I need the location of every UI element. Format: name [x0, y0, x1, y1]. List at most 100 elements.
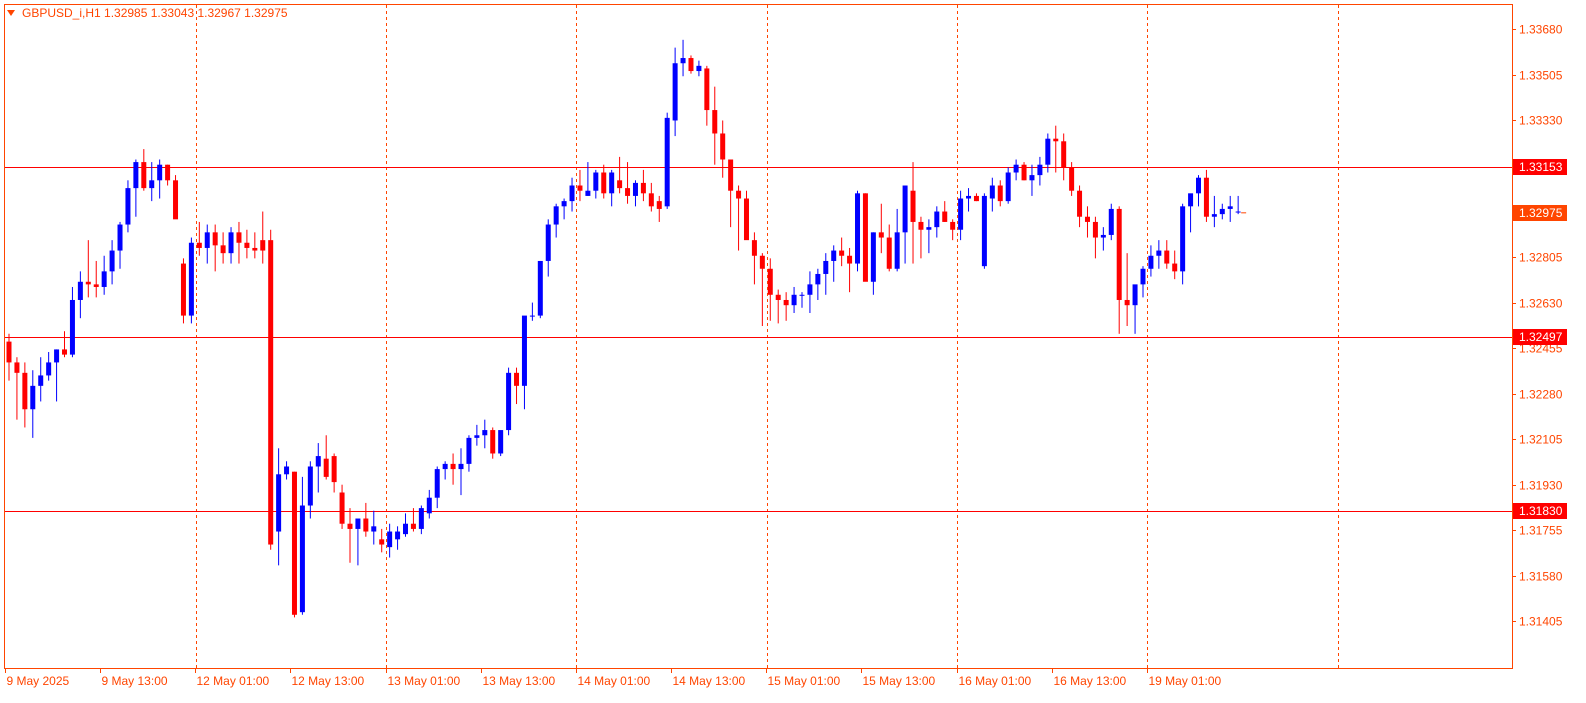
candle-body — [236, 232, 242, 243]
candle-body — [339, 492, 345, 524]
candle-body — [1116, 208, 1122, 300]
candle-body — [910, 190, 916, 222]
chart-title: GBPUSD_i,H1 1.32985 1.33043 1.32967 1.32… — [7, 6, 288, 20]
candle-body — [141, 162, 147, 189]
price-tick-label: 1.32105 — [1519, 433, 1563, 447]
candle-body — [640, 182, 646, 194]
candle-body — [886, 237, 892, 269]
candle-body — [807, 284, 813, 295]
candle — [173, 175, 179, 220]
candle-body — [85, 281, 91, 285]
price-tag-label: 1.31830 — [1519, 504, 1563, 518]
price-tick-label: 1.33330 — [1519, 114, 1563, 128]
candle-body — [299, 505, 305, 613]
candle-body — [355, 518, 361, 529]
candle-body — [672, 63, 678, 121]
candle-body — [783, 299, 789, 306]
candle-body — [870, 232, 876, 282]
candle-body — [54, 349, 60, 363]
candle-body — [553, 206, 559, 225]
candle-body — [688, 58, 694, 72]
price-tick-label: 1.31755 — [1519, 524, 1563, 538]
candle-body — [363, 518, 369, 532]
candle-body — [276, 474, 282, 532]
candle-body — [434, 469, 440, 498]
time-tick-label: 19 May 01:00 — [1149, 674, 1222, 688]
candle-body — [529, 315, 535, 317]
candle-body — [1211, 214, 1217, 217]
candle-body — [989, 185, 995, 199]
candle-body — [395, 531, 401, 540]
time-tick-label: 12 May 01:00 — [197, 674, 270, 688]
candle-body — [997, 185, 1003, 202]
time-tick-label: 16 May 13:00 — [1054, 674, 1127, 688]
candle-body — [664, 117, 670, 207]
candle-body — [490, 430, 496, 454]
candle-body — [1037, 164, 1043, 176]
candle-body — [1219, 208, 1225, 215]
candle-body — [1061, 141, 1067, 168]
candle-body — [561, 201, 567, 207]
candle — [506, 367, 512, 436]
time-tick-label: 15 May 01:00 — [768, 674, 841, 688]
candle-body — [1069, 167, 1075, 191]
candle-body — [38, 375, 44, 386]
time-tick-label: 13 May 13:00 — [483, 674, 556, 688]
candle-body — [593, 172, 599, 191]
candlestick-chart[interactable]: 1.33680 1.33505 1.33330 1.32805 1.32630 1.324… — [0, 0, 1586, 703]
candle-body — [926, 227, 932, 230]
candle-body — [442, 463, 448, 470]
candle-body — [521, 315, 527, 386]
price-tick-label: 1.32280 — [1519, 388, 1563, 402]
candle-body — [847, 255, 853, 264]
candle-body — [1005, 172, 1011, 202]
candle — [268, 229, 274, 550]
candle-body — [537, 260, 543, 316]
candle-body — [173, 180, 179, 220]
candle-body — [1108, 208, 1114, 235]
candle-body — [950, 221, 956, 230]
candle-body — [315, 456, 321, 467]
candle — [537, 260, 543, 319]
candle-body — [855, 193, 861, 264]
candle-body — [918, 221, 924, 230]
candle-body — [1164, 250, 1170, 264]
candle-body — [307, 466, 313, 506]
candle-body — [656, 201, 662, 209]
candle — [498, 430, 504, 457]
candle-body — [379, 539, 385, 545]
candle — [188, 237, 194, 324]
candle-body — [418, 508, 424, 529]
time-tick-label: 16 May 01:00 — [959, 674, 1032, 688]
candle-body — [260, 240, 266, 251]
time-tick-label: 13 May 01:00 — [388, 674, 461, 688]
candle-body — [1140, 268, 1146, 285]
price-tick-label: 1.33680 — [1519, 23, 1563, 37]
chart-title-text: GBPUSD_i,H1 1.32985 1.33043 1.32967 1.32… — [22, 6, 288, 20]
candle-body — [1092, 221, 1098, 238]
candle-body — [228, 232, 234, 254]
candle-body — [1045, 138, 1051, 165]
candle-body — [284, 466, 290, 475]
candle-body — [1188, 193, 1194, 207]
time-tick-label: 9 May 13:00 — [102, 674, 168, 688]
candle-body — [93, 284, 99, 287]
candle-body — [1053, 138, 1059, 142]
candle-body — [736, 190, 742, 199]
candle-body — [268, 240, 274, 545]
candle-body — [46, 362, 52, 376]
candle-body — [125, 188, 131, 225]
candle — [981, 193, 987, 269]
candle-body — [942, 211, 948, 222]
price-tick-label: 1.31930 — [1519, 479, 1563, 493]
time-tick-label: 14 May 01:00 — [578, 674, 651, 688]
candle-body — [474, 435, 480, 438]
candle-body — [165, 164, 171, 181]
candle-body — [625, 188, 631, 196]
candle-body — [1132, 284, 1138, 306]
candle-body — [1196, 177, 1201, 194]
candle-body — [77, 281, 83, 300]
candle-body — [371, 526, 377, 532]
candle-body — [878, 232, 884, 238]
candle-body — [973, 195, 979, 202]
